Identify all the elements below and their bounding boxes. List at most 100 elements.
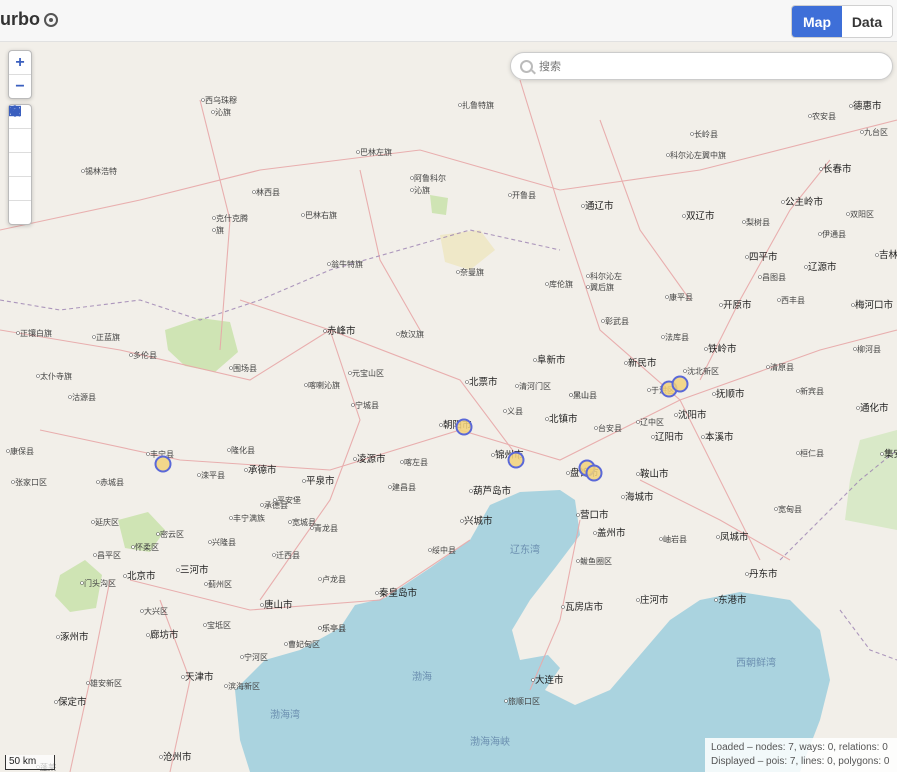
clear-button[interactable] bbox=[9, 105, 31, 224]
place-label: 义县 bbox=[507, 407, 523, 416]
place-label: 黑山 bbox=[573, 390, 589, 400]
place-label: 通化市 bbox=[860, 402, 889, 414]
settings-gear-icon[interactable] bbox=[44, 12, 58, 27]
place-label: 辽阳市 bbox=[655, 431, 684, 443]
place-label: 北镇市 bbox=[549, 413, 578, 425]
place-label: 丹东市 bbox=[749, 568, 778, 580]
place-label: 建昌县 bbox=[392, 482, 416, 492]
place-label: 科尔沁左翼中旗 bbox=[670, 150, 726, 160]
place-label: 瓦房店市 bbox=[565, 601, 604, 613]
zoom-out-button[interactable]: − bbox=[9, 75, 31, 98]
place-label: 承德市 bbox=[248, 464, 277, 476]
place-label: 吉林市 bbox=[879, 249, 897, 261]
place-label: 清河门区 bbox=[519, 381, 551, 391]
place-label: 张家口区 bbox=[15, 477, 47, 487]
place-label: 翼后旗 bbox=[590, 282, 614, 292]
place-label: 彰武县 bbox=[605, 316, 629, 326]
place-label: 绥中县 bbox=[432, 545, 456, 555]
place-label: 保定市 bbox=[58, 696, 87, 708]
place-label: 通辽市 bbox=[585, 200, 614, 212]
place-label: 康保县 bbox=[10, 446, 34, 456]
place-label: 昌图县 bbox=[762, 273, 786, 282]
poi-marker[interactable] bbox=[671, 375, 689, 393]
place-label: 西乌珠穆 bbox=[205, 95, 237, 105]
place-label: 梅河口市 bbox=[855, 299, 894, 311]
place-label: 兴隆县 bbox=[212, 537, 236, 547]
place-label: 元宝山区 bbox=[352, 368, 384, 378]
zoom-in-button[interactable]: + bbox=[9, 51, 31, 75]
fit-data-button[interactable] bbox=[9, 106, 31, 201]
place-label: 天津市 bbox=[185, 671, 214, 683]
poi-marker[interactable] bbox=[455, 418, 473, 436]
place-label: 旗 bbox=[216, 225, 224, 235]
place-label: 巴林左旗 bbox=[360, 147, 392, 157]
place-label: 公主岭市 bbox=[785, 196, 824, 208]
place-label: 宁河区 bbox=[244, 652, 268, 662]
place-label: 农安县 bbox=[812, 111, 836, 121]
place-label: 迁西县 bbox=[276, 550, 300, 560]
place-label: 围场县 bbox=[233, 364, 257, 373]
place-label: 扎鲁特旗 bbox=[462, 100, 494, 110]
place-label: 营口市 bbox=[580, 509, 609, 521]
place-label: 唐山市 bbox=[264, 599, 293, 611]
place-label: 正镶白旗 bbox=[20, 328, 52, 338]
search-input[interactable] bbox=[537, 56, 881, 78]
place-label: 德惠市 bbox=[853, 100, 882, 112]
poi-marker[interactable] bbox=[154, 455, 172, 473]
place-label: 宽甸县 bbox=[778, 504, 802, 514]
place-label: 清原县 bbox=[770, 362, 794, 372]
place-label: 大连市 bbox=[535, 674, 564, 686]
locate-button[interactable] bbox=[9, 105, 31, 153]
place-label: 锡林浩特 bbox=[85, 166, 117, 176]
place-label: 新民市 bbox=[628, 357, 657, 369]
poi-marker[interactable] bbox=[585, 464, 603, 482]
place-label: 辽中区 bbox=[640, 417, 664, 427]
no-entry-icon bbox=[9, 105, 21, 117]
place-label: 岫岩县 bbox=[663, 534, 687, 544]
place-label: 大兴区 bbox=[144, 606, 168, 616]
toggle-data-button[interactable] bbox=[9, 105, 31, 177]
tab-data[interactable]: Data bbox=[842, 6, 892, 37]
place-label: 沁旗 bbox=[215, 107, 231, 117]
place-label: 盖州市 bbox=[597, 527, 626, 539]
map-canvas[interactable]: 西乌珠穆沁旗扎鲁特旗锡林浩特巴林左旗阿鲁科尔沁旗开鲁县林西县巴林右旗克什克腾旗通… bbox=[0, 42, 897, 772]
place-label: 九台区 bbox=[864, 127, 888, 137]
place-label: 抚顺市 bbox=[716, 388, 745, 400]
place-label: 乐亭县 bbox=[322, 623, 346, 633]
app-title: urbo bbox=[0, 9, 40, 29]
tab-map[interactable]: Map bbox=[792, 6, 842, 37]
map-view[interactable]: 西乌珠穆 沁旗 扎鲁特旗 锡林浩特 巴林左旗 阿鲁科尔 沁旗 开鲁县 林西县 巴林右旗 克什克腾旗通… bbox=[0, 42, 897, 772]
place-label: 双阳区 bbox=[850, 210, 874, 219]
place-label: 正蓝旗 bbox=[96, 332, 120, 342]
place-label: 库伦旗 bbox=[549, 279, 573, 289]
place-label: 伊通县 bbox=[822, 229, 846, 239]
place-label: 辽源市 bbox=[808, 261, 837, 273]
search-bar bbox=[510, 52, 893, 80]
place-label: 东港市 bbox=[718, 594, 747, 606]
place-label: 凌源市 bbox=[357, 453, 386, 465]
place-label: 三河市 bbox=[180, 564, 209, 576]
place-label: 宽城县 bbox=[292, 517, 316, 527]
place-label: 双辽市 bbox=[686, 210, 715, 222]
place-label: 鲅鱼圈区 bbox=[580, 556, 612, 566]
place-label: 赤城县 bbox=[100, 478, 124, 487]
sea-label: 西朝鲜湾 bbox=[736, 656, 776, 669]
place-label: 法库县 bbox=[665, 332, 689, 342]
place-label: 四平市 bbox=[749, 251, 778, 263]
place-label: 本溪市 bbox=[705, 431, 734, 443]
place-label: 鞍山市 bbox=[640, 468, 669, 480]
search-icon bbox=[520, 60, 533, 73]
place-label: 旅顺口区 bbox=[508, 696, 540, 706]
place-label: 巴林右旗 bbox=[305, 210, 337, 220]
place-label: 柳河县 bbox=[857, 344, 881, 354]
place-label: 克什克腾 bbox=[216, 213, 248, 223]
place-label: 太仆寺旗 bbox=[40, 371, 72, 381]
place-label: 青龙县 bbox=[314, 523, 338, 533]
place-label: 沽源县 bbox=[72, 392, 96, 402]
place-label: 沈北新区 bbox=[687, 366, 719, 376]
sea-label: 渤海湾 bbox=[270, 708, 300, 721]
poi-marker[interactable] bbox=[507, 451, 525, 469]
place-label: 蓟州区 bbox=[208, 579, 232, 589]
place-label: 丰宁满族 bbox=[233, 513, 265, 523]
place-label: 沁旗 bbox=[414, 185, 430, 195]
